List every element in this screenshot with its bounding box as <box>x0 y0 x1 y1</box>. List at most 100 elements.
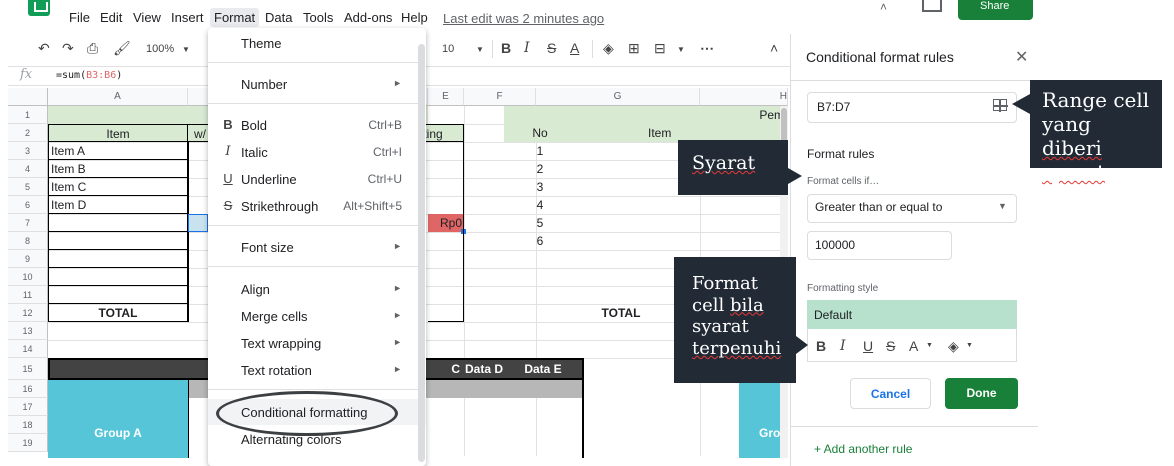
header-no-cell[interactable]: No <box>504 124 576 142</box>
no-cell[interactable]: 2 <box>504 160 576 178</box>
menu-addons[interactable]: Add-ons <box>344 10 392 25</box>
item-cell[interactable]: Item A <box>48 142 188 160</box>
menu-scrollbar[interactable] <box>418 44 425 462</box>
data-c-header[interactable]: C <box>420 360 464 378</box>
no-cell[interactable]: 4 <box>504 196 576 214</box>
column-header-a[interactable]: A <box>48 88 188 106</box>
header-tting-cell[interactable]: tting <box>420 124 464 142</box>
menu-item-number[interactable]: Number ► <box>208 71 426 97</box>
menu-item-italic[interactable]: I Italic Ctrl+I <box>208 139 426 165</box>
menu-help[interactable]: Help <box>401 10 428 25</box>
menu-item-text-rotation[interactable]: Text rotation ► <box>208 357 426 383</box>
row-header[interactable]: 18 <box>8 416 48 434</box>
underline-icon[interactable]: U <box>863 338 873 354</box>
row-header[interactable]: 8 <box>8 232 48 250</box>
no-cell[interactable]: 3 <box>504 178 576 196</box>
strikethrough-icon[interactable]: S <box>547 40 556 56</box>
total-label-f[interactable]: TOTAL <box>576 304 666 322</box>
total-label-a[interactable]: TOTAL <box>48 304 188 322</box>
data-d-header[interactable]: Data D <box>464 360 504 378</box>
close-icon[interactable]: ✕ <box>1015 47 1028 67</box>
text-color-icon[interactable]: A <box>909 338 918 354</box>
item-cell[interactable]: Item D <box>48 196 188 214</box>
column-header-g[interactable]: G <box>536 88 700 106</box>
group-a-cell[interactable]: Group A <box>48 380 188 458</box>
text-color-icon[interactable]: A <box>570 40 579 56</box>
row-header[interactable]: 2 <box>8 124 48 142</box>
no-cell[interactable]: 1 <box>504 142 576 160</box>
data-e-header[interactable]: Data E <box>504 360 582 378</box>
row-header[interactable]: 1 <box>8 106 48 124</box>
row-header[interactable]: 3 <box>8 142 48 160</box>
no-cell[interactable]: 6 <box>504 232 576 250</box>
column-header-e[interactable]: E <box>428 88 464 106</box>
merge-cells-icon[interactable]: ⊟ <box>654 40 666 57</box>
bold-icon[interactable]: B <box>501 40 511 56</box>
collapse-toolbar-icon[interactable]: ˄ <box>770 40 778 56</box>
formula-text[interactable]: =sum(B3:B6) <box>56 70 122 81</box>
column-header-f[interactable]: F <box>464 88 536 106</box>
header-item-cell[interactable]: Item <box>48 124 188 142</box>
row-header[interactable]: 7 <box>8 214 48 232</box>
menu-item-align[interactable]: Align ► <box>208 276 426 302</box>
row-header[interactable]: 14 <box>8 340 48 358</box>
chevron-icon[interactable]: ˄ <box>880 0 887 14</box>
row-header[interactable]: 4 <box>8 160 48 178</box>
menu-view[interactable]: View <box>133 10 161 25</box>
select-range-icon[interactable] <box>993 99 1008 112</box>
menu-item-font-size[interactable]: Font size ► <box>208 234 426 260</box>
done-button[interactable]: Done <box>945 378 1018 409</box>
row-header[interactable]: 10 <box>8 268 48 286</box>
italic-icon[interactable]: I <box>840 338 846 354</box>
italic-icon[interactable]: I <box>524 40 530 56</box>
menu-insert[interactable]: Insert <box>171 10 204 25</box>
item-cell[interactable]: Item C <box>48 178 188 196</box>
title-cell-g1[interactable]: Pem <box>504 106 788 124</box>
row-header[interactable]: 17 <box>8 398 48 416</box>
row-header[interactable]: 13 <box>8 322 48 340</box>
more-icon[interactable]: ⋯ <box>700 40 714 57</box>
menu-tools[interactable]: Tools <box>303 10 333 25</box>
row-header[interactable]: 11 <box>8 286 48 304</box>
item-cell[interactable] <box>48 268 188 286</box>
menu-item-text-wrapping[interactable]: Text wrapping ► <box>208 330 426 356</box>
menu-file[interactable]: File <box>69 10 90 25</box>
row-header[interactable]: 6 <box>8 196 48 214</box>
menu-edit[interactable]: Edit <box>100 10 122 25</box>
corner-cell[interactable] <box>8 88 48 106</box>
row-header[interactable]: 5 <box>8 178 48 196</box>
menu-item-theme[interactable]: Theme <box>208 30 426 56</box>
column-header-h[interactable]: H <box>700 88 788 106</box>
menu-item-strikethrough[interactable]: S Strikethrough Alt+Shift+5 <box>208 193 426 219</box>
menu-data[interactable]: Data <box>265 10 292 25</box>
menu-item-bold[interactable]: B Bold Ctrl+B <box>208 112 426 138</box>
paint-format-icon[interactable]: 🖌 <box>113 40 131 57</box>
menu-item-merge-cells[interactable]: Merge cells ► <box>208 303 426 329</box>
menu-format[interactable]: Format <box>210 8 260 27</box>
comment-icon[interactable] <box>922 0 942 12</box>
item-cell[interactable]: Item B <box>48 160 188 178</box>
fill-color-icon[interactable]: ◈ <box>948 338 959 355</box>
item-cell[interactable] <box>48 286 188 304</box>
undo-icon[interactable]: ↶ <box>38 40 50 57</box>
fill-color-icon[interactable]: ◈ <box>603 40 614 57</box>
strikethrough-icon[interactable]: S <box>886 338 895 354</box>
last-edit-link[interactable]: Last edit was 2 minutes ago <box>443 11 604 26</box>
sheets-logo-icon[interactable] <box>28 0 50 16</box>
selected-cell-b7[interactable] <box>188 214 208 232</box>
row-header[interactable]: 9 <box>8 250 48 268</box>
menu-item-underline[interactable]: U Underline Ctrl+U <box>208 166 426 192</box>
add-another-rule-link[interactable]: + Add another rule <box>814 442 912 456</box>
cancel-button[interactable]: Cancel <box>850 378 931 409</box>
print-icon[interactable]: ⎙ <box>87 40 98 57</box>
item-cell[interactable] <box>48 250 188 268</box>
row-header[interactable]: 19 <box>8 434 48 452</box>
borders-icon[interactable]: ⊞ <box>628 40 640 57</box>
redo-icon[interactable]: ↷ <box>62 40 74 57</box>
share-button[interactable]: Share <box>958 0 1033 20</box>
bold-icon[interactable]: B <box>816 338 826 354</box>
no-cell[interactable]: 5 <box>504 214 576 232</box>
row-header[interactable]: 16 <box>8 380 48 398</box>
item-cell[interactable] <box>48 232 188 250</box>
zoom-select[interactable]: 100% <box>146 43 174 55</box>
